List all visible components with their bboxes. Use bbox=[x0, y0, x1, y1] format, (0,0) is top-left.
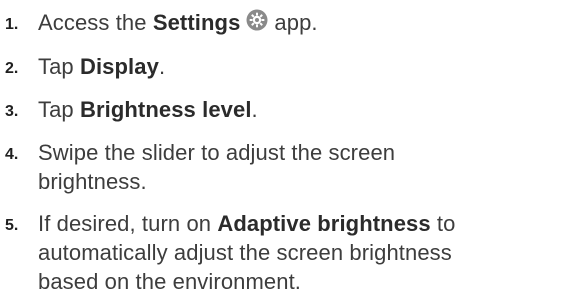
step-number: 2. bbox=[5, 60, 19, 77]
step-text-after: . bbox=[158, 54, 166, 79]
step-text-line: based on the environment. bbox=[38, 269, 302, 294]
step-text-line: If desired, turn on Adaptive brightness … bbox=[38, 209, 563, 238]
instruction-list: 1. Access the Settings app. 2. Tap Displ… bbox=[0, 0, 567, 296]
step-text-after: app. bbox=[274, 10, 318, 35]
step-text: Tap Display. bbox=[38, 52, 563, 81]
step-number: 1. bbox=[5, 16, 19, 33]
step-text-before: Access the bbox=[38, 10, 153, 35]
step-number: 3. bbox=[5, 103, 19, 120]
step-number: 5. bbox=[5, 217, 19, 234]
adaptive-brightness-label: Adaptive brightness bbox=[217, 211, 431, 236]
step-text-line: automatically adjust the screen brightne… bbox=[38, 240, 452, 265]
step-text-before: Tap bbox=[38, 97, 80, 122]
step-text-after: to bbox=[430, 211, 456, 236]
step-text-after: . bbox=[251, 97, 258, 122]
step-text-before: Tap bbox=[38, 54, 80, 79]
step-text: Access the Settings app. bbox=[38, 8, 563, 37]
settings-gear-icon bbox=[246, 9, 268, 31]
step-number: 4. bbox=[5, 146, 19, 163]
display-label: Display bbox=[79, 54, 159, 79]
step-text-line: brightness. bbox=[38, 169, 147, 194]
step-text: If desired, turn on Adaptive brightness … bbox=[38, 209, 563, 296]
step-text: Swipe the slider to adjust the screen br… bbox=[38, 138, 563, 196]
step-text-line: Swipe the slider to adjust the screen bbox=[38, 140, 396, 165]
step-text-before: If desired, turn on bbox=[38, 211, 218, 236]
brightness-level-label: Brightness level bbox=[79, 97, 252, 122]
settings-label: Settings bbox=[152, 10, 241, 35]
step-text: Tap Brightness level. bbox=[38, 95, 563, 124]
